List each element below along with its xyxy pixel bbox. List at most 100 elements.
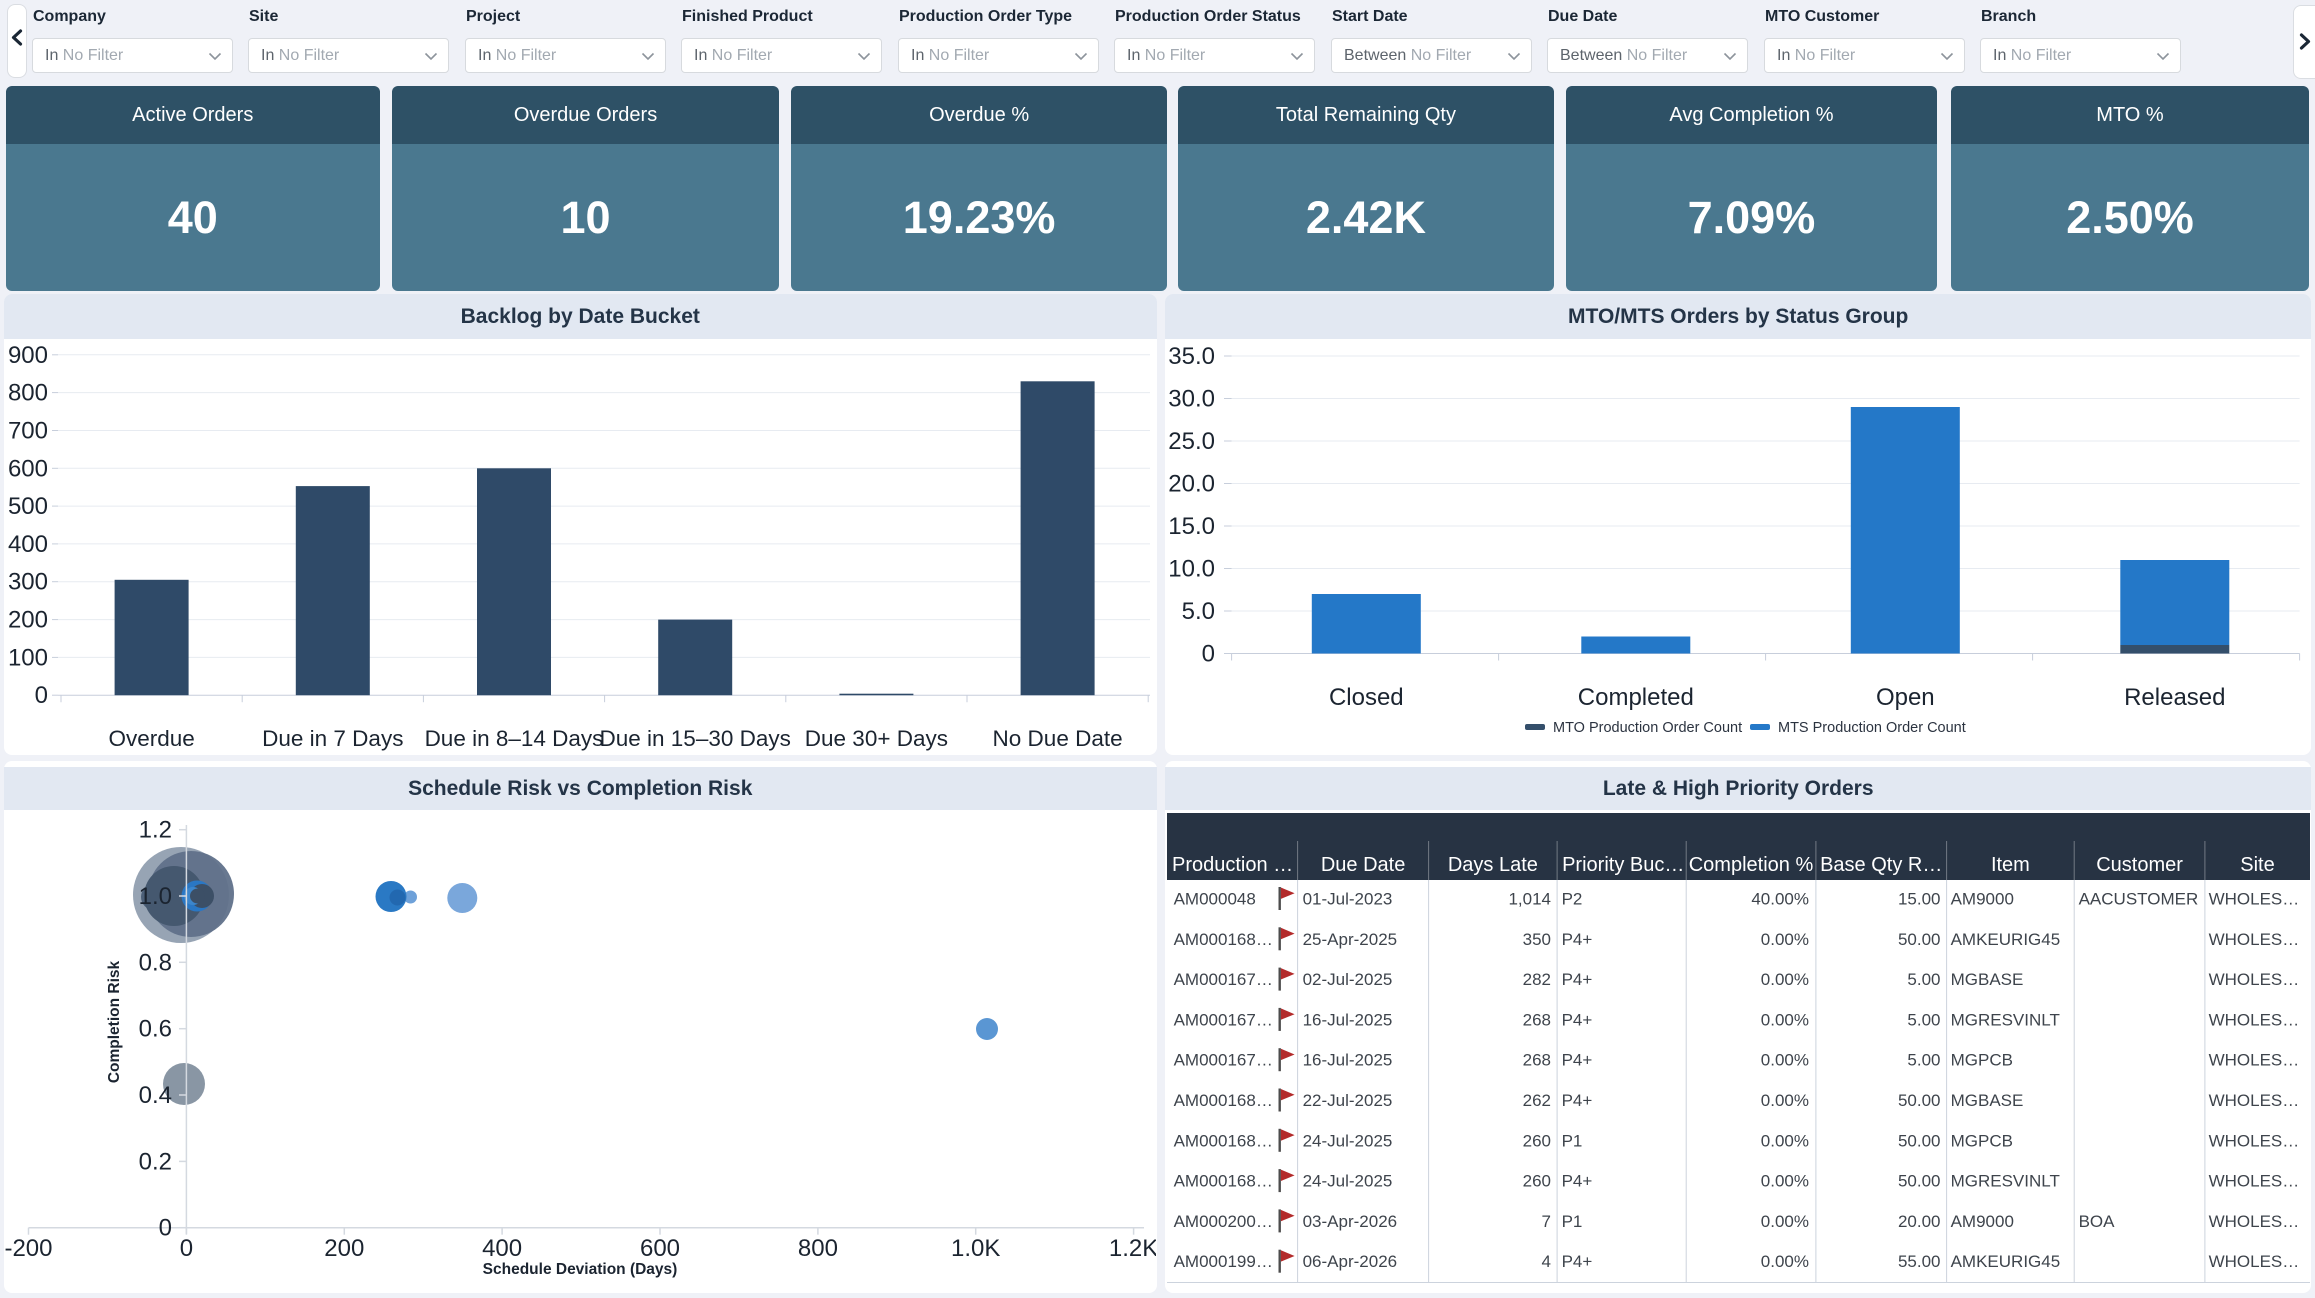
svg-text:AM000168…: AM000168… [1174, 1172, 1273, 1191]
svg-text:P1: P1 [1562, 1131, 1583, 1150]
svg-text:1,014: 1,014 [1508, 890, 1551, 909]
svg-text:AM000048: AM000048 [1174, 890, 1256, 909]
svg-text:AM000167…: AM000167… [1174, 1010, 1273, 1029]
svg-text:55.00: 55.00 [1898, 1252, 1941, 1271]
svg-text:50.00: 50.00 [1898, 1091, 1941, 1110]
svg-text:282: 282 [1523, 970, 1551, 989]
svg-text:5.00: 5.00 [1907, 970, 1940, 989]
svg-text:50.00: 50.00 [1898, 1131, 1941, 1150]
svg-text:0.00%: 0.00% [1761, 1091, 1809, 1110]
svg-text:02-Jul-2025: 02-Jul-2025 [1303, 970, 1393, 989]
svg-text:268: 268 [1523, 1051, 1551, 1070]
svg-text:Site: Site [2240, 854, 2274, 876]
svg-text:35.0: 35.0 [1169, 343, 1216, 370]
svg-text:350: 350 [1523, 930, 1551, 949]
svg-text:Priority Buc…: Priority Buc… [1562, 854, 1684, 876]
svg-text:WHOLES…: WHOLES… [2209, 890, 2300, 909]
svg-text:22-Jul-2025: 22-Jul-2025 [1303, 1091, 1393, 1110]
svg-text:MTO Production Order Count: MTO Production Order Count [1553, 720, 1742, 736]
svg-text:50.00: 50.00 [1898, 1172, 1941, 1191]
svg-text:0.00%: 0.00% [1761, 1212, 1809, 1231]
svg-text:4: 4 [1542, 1252, 1551, 1271]
svg-text:100: 100 [8, 644, 48, 671]
svg-text:50.00: 50.00 [1898, 930, 1941, 949]
svg-text:P4+: P4+ [1562, 1252, 1593, 1271]
svg-text:WHOLES…: WHOLES… [2209, 1010, 2300, 1029]
svg-text:AM000168…: AM000168… [1174, 930, 1273, 949]
svg-text:800: 800 [798, 1235, 838, 1262]
svg-text:Production …: Production … [1172, 854, 1293, 876]
svg-text:AM000200…: AM000200… [1174, 1212, 1273, 1231]
svg-text:0.6: 0.6 [139, 1016, 172, 1043]
svg-text:0: 0 [180, 1235, 193, 1262]
svg-text:No Due Date: No Due Date [993, 726, 1123, 751]
svg-text:-200: -200 [4, 1235, 52, 1262]
svg-text:30.0: 30.0 [1169, 386, 1216, 413]
svg-text:200: 200 [8, 607, 48, 634]
svg-text:0.00%: 0.00% [1761, 970, 1809, 989]
svg-text:Due Date: Due Date [1321, 854, 1406, 876]
svg-text:WHOLES…: WHOLES… [2209, 970, 2300, 989]
svg-text:P4+: P4+ [1562, 1051, 1593, 1070]
svg-text:5.00: 5.00 [1907, 1010, 1940, 1029]
svg-text:WHOLES…: WHOLES… [2209, 1091, 2300, 1110]
svg-text:16-Jul-2025: 16-Jul-2025 [1303, 1051, 1393, 1070]
svg-text:AMKEURIG45: AMKEURIG45 [1951, 1252, 2061, 1271]
svg-text:400: 400 [8, 531, 48, 558]
svg-text:1.0K: 1.0K [951, 1235, 1000, 1262]
svg-text:15.0: 15.0 [1169, 513, 1216, 540]
svg-text:700: 700 [8, 418, 48, 445]
svg-text:P4+: P4+ [1562, 930, 1593, 949]
svg-text:0.00%: 0.00% [1761, 1131, 1809, 1150]
svg-text:1.0: 1.0 [139, 883, 172, 910]
svg-text:0.8: 0.8 [139, 949, 172, 976]
svg-text:10.0: 10.0 [1169, 556, 1216, 583]
svg-text:Due in 15–30 Days: Due in 15–30 Days [600, 726, 791, 751]
svg-text:MGPCB: MGPCB [1951, 1051, 2013, 1070]
svg-text:01-Jul-2023: 01-Jul-2023 [1303, 890, 1393, 909]
svg-text:AM000199…: AM000199… [1174, 1252, 1273, 1271]
svg-text:16-Jul-2025: 16-Jul-2025 [1303, 1010, 1393, 1029]
svg-text:800: 800 [8, 380, 48, 407]
svg-text:03-Apr-2026: 03-Apr-2026 [1303, 1212, 1398, 1231]
svg-text:0.4: 0.4 [139, 1082, 172, 1109]
svg-text:MGBASE: MGBASE [1951, 970, 2024, 989]
svg-text:15.00: 15.00 [1898, 890, 1941, 909]
svg-text:WHOLES…: WHOLES… [2209, 1252, 2300, 1271]
svg-text:1.2: 1.2 [139, 817, 172, 844]
svg-text:Overdue: Overdue [108, 726, 194, 751]
svg-text:WHOLES…: WHOLES… [2209, 1212, 2300, 1231]
svg-text:P4+: P4+ [1562, 1010, 1593, 1029]
svg-text:Due in 7 Days: Due in 7 Days [262, 726, 403, 751]
svg-text:Completion %: Completion % [1689, 854, 1814, 876]
svg-text:0.00%: 0.00% [1761, 1010, 1809, 1029]
svg-text:AM000167…: AM000167… [1174, 970, 1273, 989]
svg-text:WHOLES…: WHOLES… [2209, 930, 2300, 949]
svg-text:400: 400 [482, 1235, 522, 1262]
svg-text:Closed: Closed [1329, 684, 1404, 711]
svg-text:Due in 8–14 Days: Due in 8–14 Days [425, 726, 604, 751]
svg-text:AMKEURIG45: AMKEURIG45 [1951, 930, 2061, 949]
svg-text:Completed: Completed [1578, 684, 1694, 711]
svg-text:MTS Production Order Count: MTS Production Order Count [1778, 720, 1966, 736]
svg-text:1.2K: 1.2K [1109, 1235, 1156, 1262]
svg-text:0: 0 [1202, 641, 1215, 668]
svg-text:24-Jul-2025: 24-Jul-2025 [1303, 1172, 1393, 1191]
svg-text:5.0: 5.0 [1182, 598, 1215, 625]
svg-text:AM000168…: AM000168… [1174, 1131, 1273, 1150]
svg-text:AM9000: AM9000 [1951, 890, 2014, 909]
svg-text:BOA: BOA [2079, 1212, 2116, 1231]
svg-text:24-Jul-2025: 24-Jul-2025 [1303, 1131, 1393, 1150]
svg-text:AM000168…: AM000168… [1174, 1091, 1273, 1110]
svg-text:Released: Released [2124, 684, 2225, 711]
svg-text:0.2: 0.2 [139, 1148, 172, 1175]
svg-text:MGRESVINLT: MGRESVINLT [1951, 1010, 2060, 1029]
svg-text:Schedule Deviation (Days): Schedule Deviation (Days) [483, 1261, 678, 1278]
svg-text:500: 500 [8, 493, 48, 520]
svg-text:200: 200 [324, 1235, 364, 1262]
svg-text:WHOLES…: WHOLES… [2209, 1131, 2300, 1150]
svg-text:0.00%: 0.00% [1761, 1051, 1809, 1070]
svg-text:600: 600 [8, 455, 48, 482]
svg-text:P4+: P4+ [1562, 1091, 1593, 1110]
svg-text:P2: P2 [1562, 890, 1583, 909]
